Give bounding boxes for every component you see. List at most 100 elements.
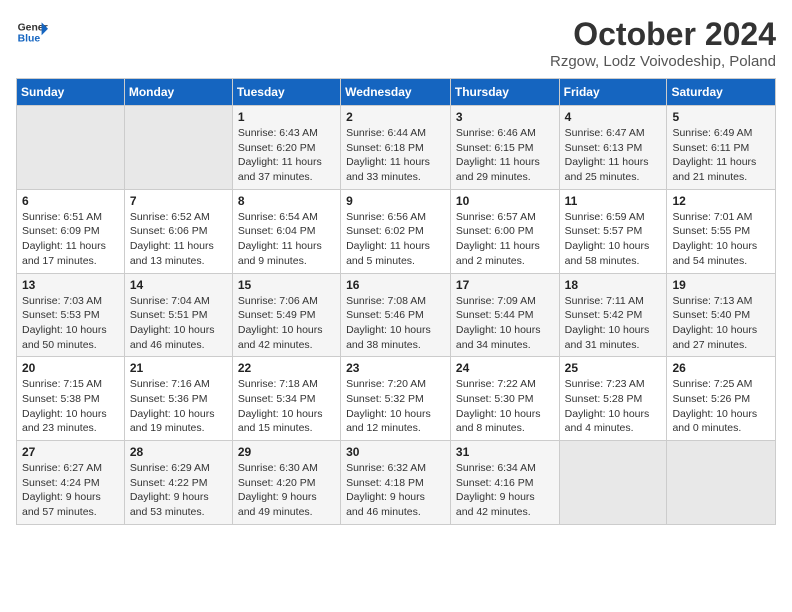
calendar-cell: 24 Sunrise: 7:22 AMSunset: 5:30 PMDaylig… [450,357,559,441]
day-number: 30 [346,445,445,459]
title-block: October 2024 Rzgow, Lodz Voivodeship, Po… [550,16,776,70]
day-info: Sunrise: 6:56 AMSunset: 6:02 PMDaylight:… [346,210,445,269]
day-info: Sunrise: 6:43 AMSunset: 6:20 PMDaylight:… [238,126,335,185]
calendar-cell: 4 Sunrise: 6:47 AMSunset: 6:13 PMDayligh… [559,106,667,190]
calendar-cell: 12 Sunrise: 7:01 AMSunset: 5:55 PMDaylig… [667,189,776,273]
calendar-cell: 3 Sunrise: 6:46 AMSunset: 6:15 PMDayligh… [450,106,559,190]
day-number: 12 [672,194,770,208]
day-info: Sunrise: 7:20 AMSunset: 5:32 PMDaylight:… [346,377,445,436]
day-number: 1 [238,110,335,124]
weekday-header: Monday [124,79,232,106]
logo-icon: General Blue [16,16,48,48]
day-info: Sunrise: 6:27 AMSunset: 4:24 PMDaylight:… [22,461,119,520]
day-number: 25 [565,361,662,375]
day-number: 26 [672,361,770,375]
calendar-cell: 13 Sunrise: 7:03 AMSunset: 5:53 PMDaylig… [17,273,125,357]
calendar-cell [17,106,125,190]
calendar-week-row: 6 Sunrise: 6:51 AMSunset: 6:09 PMDayligh… [17,189,776,273]
calendar-cell: 11 Sunrise: 6:59 AMSunset: 5:57 PMDaylig… [559,189,667,273]
day-number: 8 [238,194,335,208]
calendar-cell: 5 Sunrise: 6:49 AMSunset: 6:11 PMDayligh… [667,106,776,190]
day-number: 21 [130,361,227,375]
day-info: Sunrise: 7:13 AMSunset: 5:40 PMDaylight:… [672,294,770,353]
calendar-cell: 8 Sunrise: 6:54 AMSunset: 6:04 PMDayligh… [232,189,340,273]
calendar-cell: 31 Sunrise: 6:34 AMSunset: 4:16 PMDaylig… [450,441,559,525]
day-info: Sunrise: 6:32 AMSunset: 4:18 PMDaylight:… [346,461,445,520]
day-number: 10 [456,194,554,208]
day-info: Sunrise: 7:15 AMSunset: 5:38 PMDaylight:… [22,377,119,436]
day-number: 29 [238,445,335,459]
day-info: Sunrise: 6:49 AMSunset: 6:11 PMDaylight:… [672,126,770,185]
weekday-header: Tuesday [232,79,340,106]
day-info: Sunrise: 6:29 AMSunset: 4:22 PMDaylight:… [130,461,227,520]
day-info: Sunrise: 7:22 AMSunset: 5:30 PMDaylight:… [456,377,554,436]
weekday-header: Wednesday [341,79,451,106]
day-number: 22 [238,361,335,375]
day-info: Sunrise: 6:57 AMSunset: 6:00 PMDaylight:… [456,210,554,269]
day-info: Sunrise: 7:11 AMSunset: 5:42 PMDaylight:… [565,294,662,353]
logo: General Blue [16,16,48,48]
calendar-cell: 19 Sunrise: 7:13 AMSunset: 5:40 PMDaylig… [667,273,776,357]
calendar-cell: 6 Sunrise: 6:51 AMSunset: 6:09 PMDayligh… [17,189,125,273]
calendar-cell: 1 Sunrise: 6:43 AMSunset: 6:20 PMDayligh… [232,106,340,190]
day-number: 5 [672,110,770,124]
calendar-cell: 18 Sunrise: 7:11 AMSunset: 5:42 PMDaylig… [559,273,667,357]
day-number: 27 [22,445,119,459]
calendar-cell [667,441,776,525]
calendar-cell: 20 Sunrise: 7:15 AMSunset: 5:38 PMDaylig… [17,357,125,441]
calendar-cell: 2 Sunrise: 6:44 AMSunset: 6:18 PMDayligh… [341,106,451,190]
day-info: Sunrise: 6:44 AMSunset: 6:18 PMDaylight:… [346,126,445,185]
day-info: Sunrise: 6:54 AMSunset: 6:04 PMDaylight:… [238,210,335,269]
day-number: 23 [346,361,445,375]
calendar-week-row: 20 Sunrise: 7:15 AMSunset: 5:38 PMDaylig… [17,357,776,441]
day-number: 28 [130,445,227,459]
calendar-cell: 25 Sunrise: 7:23 AMSunset: 5:28 PMDaylig… [559,357,667,441]
day-info: Sunrise: 7:08 AMSunset: 5:46 PMDaylight:… [346,294,445,353]
day-info: Sunrise: 7:03 AMSunset: 5:53 PMDaylight:… [22,294,119,353]
weekday-header: Sunday [17,79,125,106]
day-info: Sunrise: 6:47 AMSunset: 6:13 PMDaylight:… [565,126,662,185]
calendar-week-row: 13 Sunrise: 7:03 AMSunset: 5:53 PMDaylig… [17,273,776,357]
calendar-cell: 29 Sunrise: 6:30 AMSunset: 4:20 PMDaylig… [232,441,340,525]
calendar-cell: 30 Sunrise: 6:32 AMSunset: 4:18 PMDaylig… [341,441,451,525]
day-info: Sunrise: 6:34 AMSunset: 4:16 PMDaylight:… [456,461,554,520]
calendar-cell: 22 Sunrise: 7:18 AMSunset: 5:34 PMDaylig… [232,357,340,441]
day-info: Sunrise: 7:06 AMSunset: 5:49 PMDaylight:… [238,294,335,353]
day-info: Sunrise: 7:09 AMSunset: 5:44 PMDaylight:… [456,294,554,353]
day-number: 11 [565,194,662,208]
calendar-cell [559,441,667,525]
page-header: General Blue October 2024 Rzgow, Lodz Vo… [16,16,776,70]
day-number: 18 [565,278,662,292]
day-number: 4 [565,110,662,124]
day-number: 20 [22,361,119,375]
calendar-cell [124,106,232,190]
calendar-cell: 10 Sunrise: 6:57 AMSunset: 6:00 PMDaylig… [450,189,559,273]
weekday-header: Saturday [667,79,776,106]
day-number: 19 [672,278,770,292]
day-number: 9 [346,194,445,208]
weekday-header-row: SundayMondayTuesdayWednesdayThursdayFrid… [17,79,776,106]
calendar-week-row: 1 Sunrise: 6:43 AMSunset: 6:20 PMDayligh… [17,106,776,190]
day-number: 14 [130,278,227,292]
calendar-cell: 27 Sunrise: 6:27 AMSunset: 4:24 PMDaylig… [17,441,125,525]
day-number: 17 [456,278,554,292]
day-number: 3 [456,110,554,124]
calendar-subtitle: Rzgow, Lodz Voivodeship, Poland [550,53,776,70]
day-number: 24 [456,361,554,375]
calendar-week-row: 27 Sunrise: 6:27 AMSunset: 4:24 PMDaylig… [17,441,776,525]
day-number: 7 [130,194,227,208]
calendar-cell: 23 Sunrise: 7:20 AMSunset: 5:32 PMDaylig… [341,357,451,441]
day-number: 13 [22,278,119,292]
day-info: Sunrise: 6:51 AMSunset: 6:09 PMDaylight:… [22,210,119,269]
day-info: Sunrise: 6:30 AMSunset: 4:20 PMDaylight:… [238,461,335,520]
day-info: Sunrise: 6:52 AMSunset: 6:06 PMDaylight:… [130,210,227,269]
day-info: Sunrise: 6:59 AMSunset: 5:57 PMDaylight:… [565,210,662,269]
day-info: Sunrise: 7:25 AMSunset: 5:26 PMDaylight:… [672,377,770,436]
day-info: Sunrise: 7:23 AMSunset: 5:28 PMDaylight:… [565,377,662,436]
day-number: 15 [238,278,335,292]
calendar-cell: 28 Sunrise: 6:29 AMSunset: 4:22 PMDaylig… [124,441,232,525]
calendar-cell: 7 Sunrise: 6:52 AMSunset: 6:06 PMDayligh… [124,189,232,273]
weekday-header: Thursday [450,79,559,106]
calendar-title: October 2024 [550,16,776,53]
day-number: 2 [346,110,445,124]
